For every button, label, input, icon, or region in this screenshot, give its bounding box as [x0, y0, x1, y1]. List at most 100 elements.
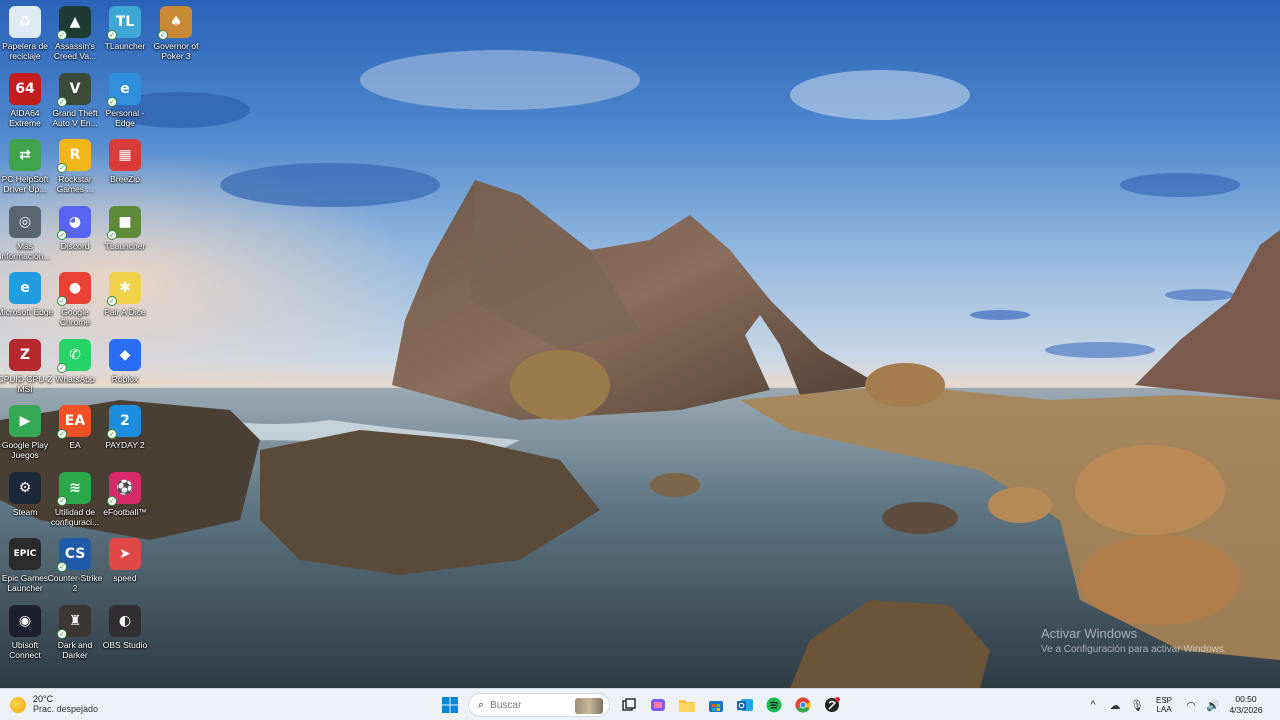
sync-check-icon: ✓ [57, 296, 67, 306]
desktop-shortcut[interactable]: R ✓ Rockstar Games ... [50, 135, 100, 199]
desktop-shortcut[interactable]: ♠ ✓ Governor of Poker 3 [151, 2, 201, 66]
speaker-icon: 🔊 [1206, 699, 1220, 712]
desktop-shortcut[interactable]: ◎ Más información... [0, 202, 51, 266]
desktop-shortcut[interactable]: ◕ ✓ Discord [50, 202, 100, 266]
desktop-shortcut[interactable]: ■ ✓ TLauncher [100, 202, 150, 266]
app-with-badge-icon [825, 697, 840, 712]
chevron-up-icon: ^ [1090, 699, 1096, 711]
speed-icon: ➤ [109, 538, 141, 570]
volume-button[interactable]: 🔊 [1202, 689, 1224, 720]
desktop-shortcut[interactable]: V ✓ Grand Theft Auto V En... [50, 69, 100, 133]
wifi-icon: ◠ [1186, 699, 1196, 712]
sync-check-icon: ✓ [107, 296, 117, 306]
desktop-shortcut[interactable]: ⚙ Steam [0, 468, 50, 532]
desktop-shortcut[interactable]: ● ✓ Google Chrome [50, 268, 100, 332]
desktop-shortcut-label: TLauncher [104, 41, 146, 51]
desktop-shortcut[interactable]: ◆ Roblox [100, 335, 150, 399]
language-indicator[interactable]: ESP LAA [1148, 696, 1180, 714]
desktop-shortcut[interactable]: Z CPUID CPU-Z MSI [0, 335, 52, 399]
desktop-shortcut[interactable]: ▲ ✓ Assassin's Creed Va... [50, 2, 100, 66]
taskbar-outlook[interactable] [732, 692, 758, 718]
clock-time: 00:50 [1235, 694, 1257, 704]
desktop-shortcut[interactable]: ⇄ PC HelpSoft Driver Up... [0, 135, 50, 199]
minecraft-icon: ■ ✓ [107, 205, 141, 240]
sync-check-icon: ✓ [57, 429, 67, 439]
obs-studio-icon: ◐ [109, 604, 141, 637]
sync-check-icon: ✓ [107, 30, 117, 40]
desktop-shortcut[interactable]: ▶ Google Play Juegos [0, 401, 50, 465]
desktop-shortcut[interactable]: ➤ speed [100, 534, 150, 598]
counter-strike-icon: CS ✓ [57, 538, 91, 572]
sync-check-icon: ✓ [57, 495, 67, 506]
governor-of-poker-icon: ♠ ✓ [158, 6, 192, 40]
show-hidden-icons-button[interactable]: ^ [1082, 689, 1104, 720]
desktop-shortcut[interactable]: ♜ ✓ Dark and Darker [50, 601, 100, 665]
desktop-shortcut-label: PAYDAY 2 [105, 440, 145, 450]
desktop-shortcut[interactable]: ✱ ✓ Pair A Dice [100, 268, 150, 332]
pc-helpsoft-icon: ⇄ [9, 139, 41, 171]
desktop-shortcut[interactable]: ♻ Papelera de reciclaje [0, 2, 50, 66]
desktop-shortcut-label: Pair A Dice [104, 307, 146, 317]
desktop-shortcut[interactable]: CS ✓ Counter-Strike 2 [48, 534, 102, 598]
desktop-shortcut[interactable]: ⚽ ✓ eFootball™ [100, 468, 150, 532]
cloud-sync-icon: ☁ [1109, 699, 1121, 712]
activate-windows-watermark: Activar Windows Ve a Configuración para … [1041, 626, 1227, 655]
wifi-button[interactable]: ◠ [1180, 689, 1202, 720]
pair-a-dice-icon: ✱ ✓ [107, 272, 141, 306]
desktop-shortcut[interactable]: e ✓ Personal - Edge [100, 69, 150, 133]
taskbar-app-store[interactable] [645, 692, 671, 718]
search-input[interactable] [490, 699, 571, 711]
task-view-button[interactable] [616, 692, 642, 718]
taskbar-chrome[interactable] [790, 692, 816, 718]
taskbar-center: ⌕ [437, 692, 848, 718]
roblox-icon: ◆ [109, 338, 141, 371]
desktop-shortcut[interactable]: ◉ Ubisoft Connect [0, 601, 50, 665]
sun-icon [10, 696, 26, 713]
sync-check-icon: ✓ [107, 429, 117, 439]
desktop-shortcut[interactable]: e Microsoft Edge [0, 268, 53, 332]
desktop-shortcut-label: eFootball™ [103, 506, 147, 517]
desktop-shortcut-label: speed [113, 573, 137, 583]
start-button[interactable] [437, 692, 463, 718]
desktop-shortcut[interactable]: EA ✓ EA [50, 401, 100, 465]
more-info-icon: ◎ [9, 205, 41, 238]
outlook-icon [737, 699, 753, 711]
language-code: ESP [1155, 696, 1172, 705]
keyboard-layout: LAA [1156, 705, 1172, 714]
desktop-shortcut[interactable]: 64 AIDA64 Extreme [0, 69, 50, 133]
sync-check-icon: ✓ [158, 30, 168, 40]
recycle-bin-icon: ♻ [9, 6, 41, 38]
desktop-wallpaper [0, 0, 1280, 688]
taskbar: 20°C Prac. despejado ⌕ Buscar ^ ☁ 🎙 ESP … [0, 688, 1280, 720]
rockstar-icon: R ✓ [57, 139, 91, 173]
taskbar-spotify[interactable] [761, 692, 787, 718]
weather-temperature: 20°C [33, 694, 54, 704]
desktop-shortcut[interactable]: ▦ BreeZip [100, 135, 150, 199]
desktop-shortcut[interactable]: EPIC Epic Games Launcher [0, 534, 50, 598]
tray-app-button[interactable]: ☁ [1104, 689, 1126, 720]
microphone-button[interactable]: 🎙 [1126, 689, 1148, 720]
desktop-shortcut[interactable]: ◐ OBS Studio [100, 601, 150, 665]
windows-start-icon [442, 697, 458, 713]
file-explorer-icon [679, 700, 695, 712]
spotify-icon [766, 697, 782, 713]
desktop-shortcut[interactable]: ✆ ✓ WhatsApp [50, 335, 100, 399]
sync-check-icon: ✓ [57, 628, 67, 639]
desktop-shortcut[interactable]: ≋ ✓ Utilidad de configuraci... [50, 468, 100, 532]
taskbar-search[interactable]: ⌕ [468, 693, 610, 717]
weather-widget[interactable]: 20°C Prac. despejado [10, 694, 98, 715]
taskbar-microsoft-store[interactable] [703, 692, 729, 718]
desktop-shortcut[interactable]: 2 ✓ PAYDAY 2 [100, 401, 150, 465]
epic-games-icon: EPIC [9, 538, 41, 570]
google-chrome-icon: ● ✓ [57, 272, 91, 306]
taskbar-app-with-badge[interactable] [819, 692, 845, 718]
desktop-shortcut[interactable]: TL ✓ TLauncher [100, 2, 150, 66]
sync-check-icon: ✓ [57, 562, 67, 572]
clock[interactable]: 00:50 4/3/2026 [1224, 694, 1280, 716]
sync-check-icon: ✓ [57, 96, 67, 107]
breezip-icon: ▦ [109, 139, 141, 171]
desktop-shortcut-label: TLauncher [104, 240, 146, 251]
taskbar-file-explorer[interactable] [674, 692, 700, 718]
sync-check-icon: ✓ [107, 229, 117, 240]
desktop-shortcut-label: Roblox [111, 373, 139, 384]
